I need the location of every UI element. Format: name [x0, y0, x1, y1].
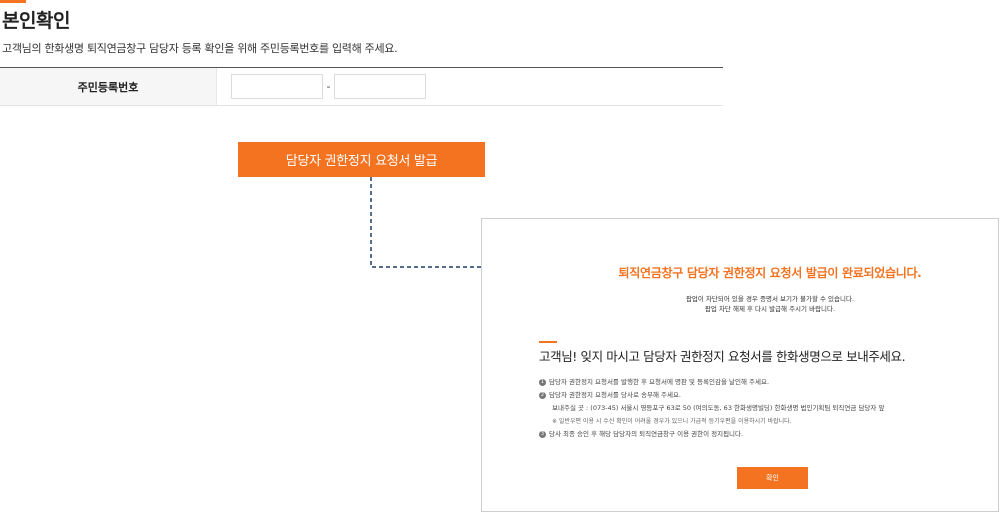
- step-3: 3 당사 최종 승인 후 해당 담당자의 퇴직연금창구 이용 권한이 정지됩니다…: [539, 428, 989, 441]
- ssn-back-input[interactable]: [334, 74, 426, 99]
- step-2-number-icon: 2: [539, 392, 546, 399]
- step-2-note: ※ 일반우편 이용 시 수신 확인이 어려울 경우가 있으니 가급적 등기우편을…: [552, 418, 792, 425]
- title-accent-bar: [0, 0, 26, 3]
- issue-suspension-request-button[interactable]: 담당자 권한정지 요청서 발급: [238, 142, 485, 177]
- step-3-text: 당사 최종 승인 후 해당 담당자의 퇴직연금창구 이용 권한이 정지됩니다.: [549, 430, 744, 438]
- step-2-text: 담당자 권한정지 요청서를 당사로 송부해 주세요.: [549, 391, 681, 399]
- popup-heading: 고객님! 잊지 마시고 담당자 권한정지 요청서를 한화생명으로 보내주세요.: [539, 349, 906, 364]
- popup-notice: 팝업이 차단되어 있을 경우 증명서 보기가 불가할 수 있습니다. 팝업 차단…: [482, 294, 998, 314]
- step-1: 1 담당자 권한정지 요청서를 발행한 후 요청서에 명판 및 등록인감을 날인…: [539, 376, 989, 389]
- step-2-address: 보내주실 곳 : (073-45) 서울시 영등포구 63로 50 (여의도동,…: [552, 404, 885, 412]
- ssn-front-input[interactable]: [231, 74, 323, 99]
- popup-notice-line1: 팝업이 차단되어 있을 경우 증명서 보기가 불가할 수 있습니다.: [685, 295, 855, 303]
- confirm-button[interactable]: 확인: [737, 467, 808, 489]
- completion-popup: 퇴직연금창구 담당자 권한정지 요청서 발급이 완료되었습니다. 팝업이 차단되…: [481, 218, 999, 512]
- popup-notice-line2: 팝업 차단 해제 후 다시 발급해 주시기 바랍니다.: [704, 305, 836, 313]
- step-3-number-icon: 3: [539, 431, 546, 438]
- ssn-label: 주민등록번호: [0, 68, 217, 105]
- popup-title: 퇴직연금창구 담당자 권한정지 요청서 발급이 완료되었습니다.: [618, 266, 922, 280]
- page-description: 고객님의 한화생명 퇴직연금창구 담당자 등록 확인을 위해 주민등록번호를 입…: [2, 42, 398, 55]
- ssn-form-row: 주민등록번호 -: [0, 67, 723, 106]
- popup-heading-accent: [539, 341, 557, 343]
- ssn-separator: -: [326, 80, 331, 93]
- step-1-number-icon: 1: [539, 379, 546, 386]
- step-1-text: 담당자 권한정지 요청서를 발행한 후 요청서에 명판 및 등록인감을 날인해 …: [549, 378, 770, 386]
- ssn-input-group: -: [217, 68, 723, 105]
- page-title: 본인확인: [2, 10, 70, 32]
- step-2: 2 담당자 권한정지 요청서를 당사로 송부해 주세요.: [539, 389, 989, 402]
- instruction-steps: 1 담당자 권한정지 요청서를 발행한 후 요청서에 명판 및 등록인감을 날인…: [539, 376, 989, 441]
